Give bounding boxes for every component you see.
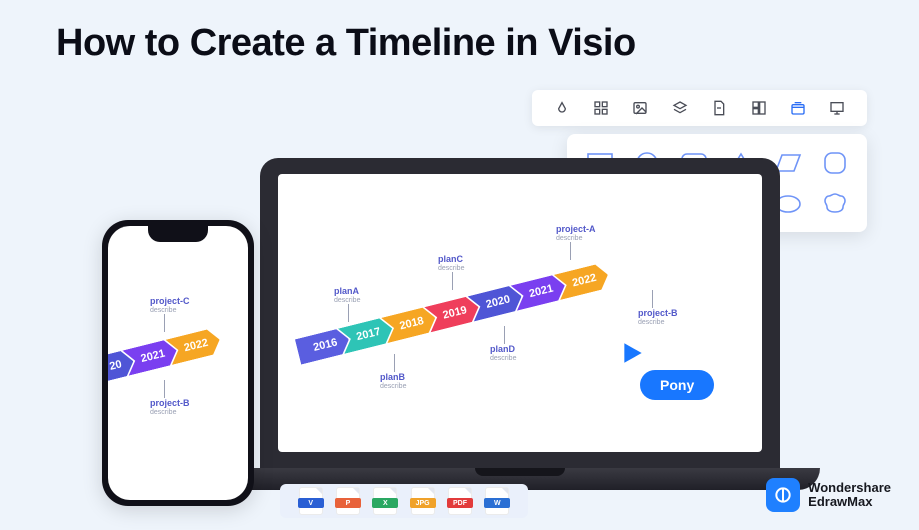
container-icon[interactable] [789,99,807,117]
timeline-seg: 2022 [166,327,223,365]
page-icon[interactable] [710,99,728,117]
image-icon[interactable] [631,99,649,117]
callout: project-Bdescribe [150,398,190,416]
top-toolbar [532,90,867,126]
file-word[interactable]: W [485,487,509,515]
timeline-phone: 20 2021 2022 [108,327,223,382]
callout: planAdescribe [334,286,360,304]
file-visio[interactable]: V [299,487,323,515]
user-badge: Pony [640,370,714,400]
callout: planDdescribe [490,344,516,362]
shape-rounded-square[interactable] [816,146,853,179]
callout: planCdescribe [438,254,464,272]
page-title: How to Create a Timeline in Visio [56,22,636,65]
phone-mockup: 20 2021 2022 project-Cdescribe project-B… [102,220,254,506]
timeline-seg: 2022 [554,262,611,300]
callout: project-Cdescribe [150,296,190,314]
brand-text: Wondershare EdrawMax [808,481,891,508]
callout: project-Adescribe [556,224,596,242]
laptop-screen: 2016 2017 2018 2019 2020 2021 2022 planA… [278,174,762,452]
file-ppt[interactable]: P [336,487,360,515]
brand-badge-icon [766,478,800,512]
brand-logo: Wondershare EdrawMax [766,478,891,512]
callout: project-Bdescribe [638,308,678,326]
layout-icon[interactable] [750,99,768,117]
apps-icon[interactable] [592,99,610,117]
layers-icon[interactable] [671,99,689,117]
cursor-icon [620,340,646,366]
file-jpg[interactable]: JPG [411,487,435,515]
file-pdf[interactable]: PDF [448,487,472,515]
laptop-notch [475,468,565,476]
export-bar: V P X JPG PDF W [280,484,528,518]
presentation-icon[interactable] [828,99,846,117]
callout: planBdescribe [380,372,406,390]
laptop-mockup: 2016 2017 2018 2019 2020 2021 2022 planA… [260,158,780,470]
shape-badge[interactable] [816,187,853,220]
phone-screen: 20 2021 2022 project-Cdescribe project-B… [108,226,248,500]
file-excel[interactable]: X [373,487,397,515]
fill-icon[interactable] [553,99,571,117]
phone-notch [148,226,208,242]
